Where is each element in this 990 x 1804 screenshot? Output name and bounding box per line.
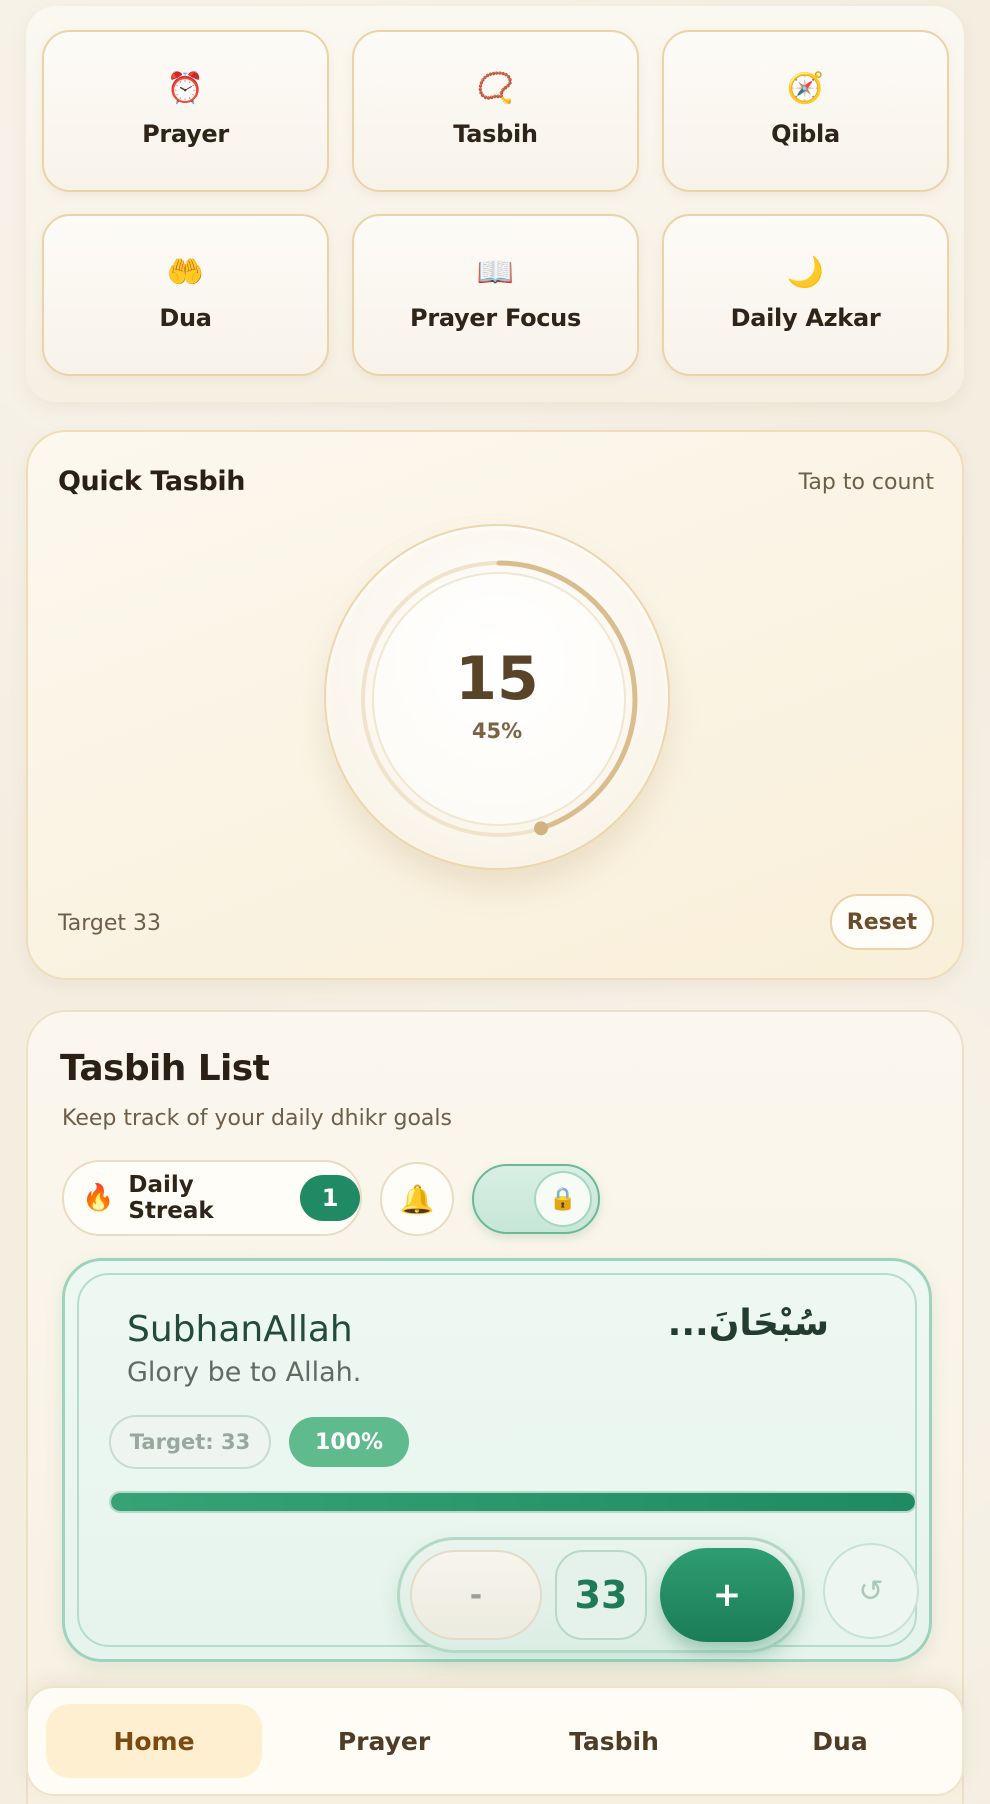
daily-streak-chip: 🔥 Daily Streak 1 (62, 1160, 362, 1236)
quick-action-qibla[interactable]: 🧭 Qibla (662, 30, 949, 192)
dhikr-progress-fill (111, 1493, 915, 1511)
decrement-button[interactable]: - (410, 1550, 542, 1640)
palms-up-icon: 🤲 (166, 255, 205, 290)
quick-action-label: Dua (159, 304, 212, 332)
quick-action-label: Qibla (771, 120, 840, 148)
quick-action-prayer[interactable]: ⏰ Prayer (42, 30, 329, 192)
reminder-bell-button[interactable]: 🔔 (380, 1162, 454, 1236)
quick-action-label: Tasbih (453, 120, 538, 148)
tap-hint: Tap to count (798, 470, 934, 495)
dhikr-translation: Glory be to Allah. (127, 1357, 362, 1388)
quick-action-prayer-focus[interactable]: 📖 Prayer Focus (352, 214, 639, 376)
increment-button[interactable]: + (660, 1548, 794, 1642)
dhikr-percent-pill: 100% (289, 1417, 409, 1467)
daily-streak-label: Daily Streak (128, 1172, 214, 1224)
open-book-icon: 📖 (476, 255, 515, 290)
crescent-moon-icon: 🌙 (786, 255, 825, 290)
quick-tasbih-title: Quick Tasbih (58, 466, 246, 497)
tasbih-target: Target 33 (58, 911, 162, 936)
lock-toggle[interactable]: 🔒 (472, 1164, 600, 1234)
tasbih-list-title: Tasbih List (60, 1048, 270, 1089)
quick-actions-panel: ⏰ Prayer 📿 Tasbih 🧭 Qibla 🤲 Dua 📖 Prayer… (26, 6, 964, 402)
quick-action-dua[interactable]: 🤲 Dua (42, 214, 329, 376)
undo-button[interactable]: ↺ (823, 1543, 919, 1639)
quick-action-label: Prayer Focus (410, 304, 581, 332)
compass-icon: 🧭 (786, 71, 825, 106)
dhikr-progress-bar (109, 1491, 917, 1513)
quick-action-daily-azkar[interactable]: 🌙 Daily Azkar (662, 214, 949, 376)
bottom-nav: Home Prayer Tasbih Dua (26, 1686, 964, 1796)
tasbih-counter-dial[interactable]: 15 45% (324, 524, 670, 870)
alarm-clock-icon: ⏰ (166, 71, 205, 106)
nav-dua[interactable]: Dua (732, 1704, 948, 1778)
nav-prayer[interactable]: Prayer (276, 1704, 492, 1778)
tasbih-percent: 45% (471, 719, 523, 743)
toggle-knob: 🔒 (534, 1171, 592, 1227)
tasbih-count: 15 (455, 644, 539, 714)
reset-button[interactable]: Reset (830, 894, 934, 950)
quick-action-label: Prayer (142, 120, 229, 148)
streak-count-badge: 1 (300, 1175, 360, 1221)
dhikr-count: 33 (555, 1550, 647, 1640)
dhikr-counter-stepper: - 33 + (397, 1537, 805, 1653)
quick-action-label: Daily Azkar (730, 304, 881, 332)
tasbih-list-card: Tasbih List Keep track of your daily dhi… (26, 1010, 964, 1804)
quick-tasbih-card: Quick Tasbih Tap to count 15 45% Target … (26, 430, 964, 980)
bell-icon: 🔔 (399, 1182, 435, 1216)
fire-icon: 🔥 (82, 1183, 115, 1213)
nav-tasbih[interactable]: Tasbih (506, 1704, 722, 1778)
prayer-beads-icon: 📿 (476, 71, 515, 106)
dhikr-card-subhanallah: SubhanAllah Glory be to Allah. سُبْحَانَ… (62, 1258, 932, 1662)
quick-action-tasbih[interactable]: 📿 Tasbih (352, 30, 639, 192)
dhikr-card-inner: SubhanAllah Glory be to Allah. سُبْحَانَ… (77, 1273, 919, 1653)
lock-icon: 🔒 (549, 1186, 577, 1212)
tasbih-list-subtitle: Keep track of your daily dhikr goals (62, 1106, 452, 1131)
dhikr-name: SubhanAllah (127, 1309, 353, 1350)
dhikr-target-pill: Target: 33 (109, 1415, 271, 1469)
undo-icon: ↺ (858, 1573, 884, 1609)
dhikr-arabic: سُبْحَانَ... (667, 1303, 829, 1344)
progress-ring-handle (534, 821, 549, 836)
nav-home[interactable]: Home (46, 1704, 262, 1778)
